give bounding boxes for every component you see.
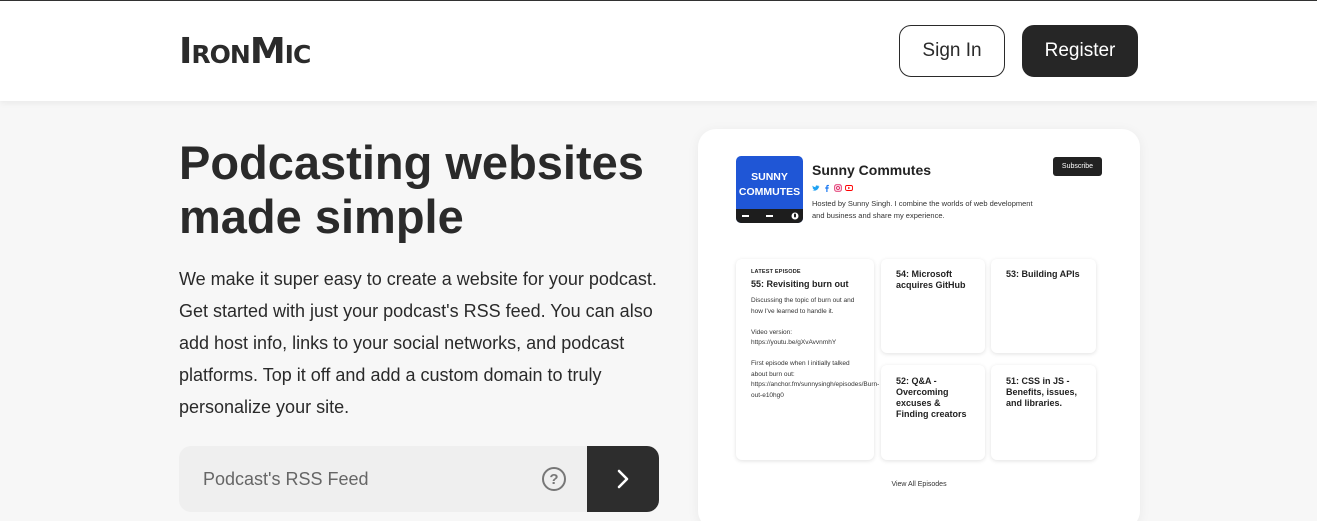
logo[interactable]: IronMic: [179, 34, 311, 70]
site-preview: SUNNY COMMUTES Sunny Commutes Hosted by …: [698, 129, 1140, 521]
host-description: Hosted by Sunny Singh. I combine the wor…: [812, 199, 1033, 220]
twitter-icon[interactable]: [812, 184, 820, 192]
chevron-right-icon: [617, 469, 629, 489]
podcast-cover: SUNNY COMMUTES: [736, 156, 803, 223]
episode-title: 52: Q&A - Overcoming excuses & Finding c…: [896, 376, 967, 419]
view-all-episodes-link[interactable]: View All Episodes: [698, 481, 1140, 488]
episode-description: Discussing the topic of burn out and how…: [751, 297, 880, 399]
episode-card[interactable]: 54: Microsoft acquires GitHub: [881, 259, 985, 353]
youtube-icon[interactable]: [845, 184, 853, 192]
register-button[interactable]: Register: [1022, 25, 1138, 77]
social-links: [812, 184, 853, 192]
show-title: Sunny Commutes: [812, 162, 932, 178]
episode-title: 51: CSS in JS - Benefits, issues, and li…: [1006, 376, 1078, 408]
episode-title: 54: Microsoft acquires GitHub: [896, 269, 966, 290]
help-icon[interactable]: ?: [542, 467, 566, 491]
subscribe-button[interactable]: Subscribe: [1053, 157, 1102, 176]
latest-episode-label: LATEST EPISODE: [751, 269, 801, 275]
hero-title: Podcasting websites made simple: [179, 136, 644, 243]
rss-feed-input[interactable]: [179, 446, 587, 512]
episode-card[interactable]: 53: Building APIs: [991, 259, 1096, 353]
episode-title: 53: Building APIs: [1006, 269, 1080, 279]
site-header: IronMic Sign In Register: [0, 1, 1317, 101]
facebook-icon[interactable]: [823, 184, 831, 192]
latest-episode-card[interactable]: LATEST EPISODE 55: Revisiting burn out D…: [736, 259, 880, 460]
cover-text: SUNNY COMMUTES: [738, 171, 801, 198]
rss-feed-form: ?: [179, 446, 659, 512]
instagram-icon[interactable]: [834, 184, 842, 192]
hero-description: We make it super easy to create a websit…: [179, 269, 657, 417]
episode-card[interactable]: 52: Q&A - Overcoming excuses & Finding c…: [881, 365, 985, 460]
sign-in-button[interactable]: Sign In: [899, 25, 1005, 77]
episode-title: 55: Revisiting burn out: [751, 279, 849, 289]
submit-rss-button[interactable]: [587, 446, 659, 512]
microphone-icon: [791, 212, 799, 220]
episode-card[interactable]: 51: CSS in JS - Benefits, issues, and li…: [991, 365, 1096, 460]
cover-bar: [736, 209, 803, 223]
